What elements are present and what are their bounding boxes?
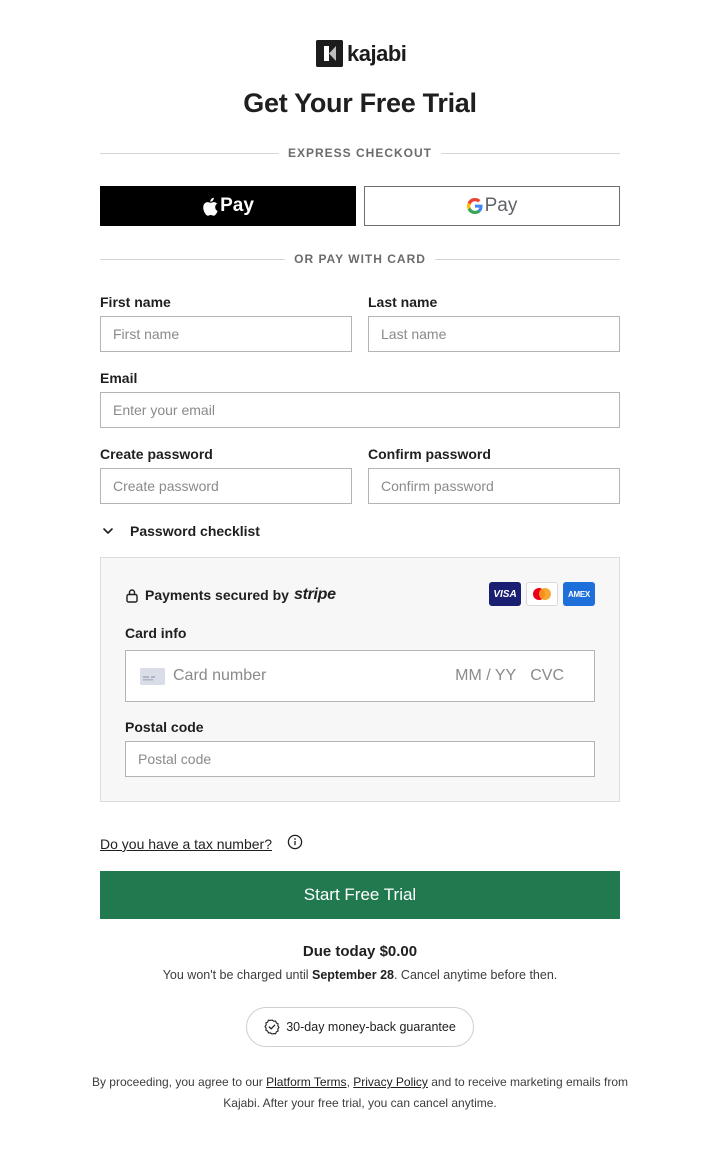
last-name-input[interactable]	[368, 316, 620, 352]
visa-icon: VISA	[489, 582, 521, 606]
kajabi-logo-icon	[316, 40, 343, 67]
payments-secured: Payments secured by stripe	[125, 586, 336, 604]
card-payment-panel: Payments secured by stripe VISA AMEX Car…	[100, 557, 620, 802]
create-password-input[interactable]	[100, 468, 352, 504]
google-pay-button[interactable]: Pay	[364, 186, 620, 226]
postal-code-label: Postal code	[125, 719, 204, 735]
card-brands: VISA AMEX	[489, 582, 595, 606]
first-name-input[interactable]	[100, 316, 352, 352]
kajabi-logo: kajabi	[316, 40, 407, 67]
express-checkout-label: EXPRESS CHECKOUT	[287, 146, 433, 160]
divider-line	[100, 258, 286, 260]
apple-icon	[203, 197, 218, 216]
amex-icon: AMEX	[563, 582, 595, 606]
charge-notice-prefix: You won't be charged until	[162, 968, 312, 982]
google-pay-label: Pay	[484, 195, 518, 216]
mastercard-icon	[526, 582, 558, 606]
cvc-input[interactable]: CVC	[530, 667, 564, 685]
platform-terms-link[interactable]: Platform Terms	[266, 1075, 346, 1089]
card-number-input[interactable]: Card number MM / YY CVC	[125, 650, 595, 702]
money-back-guarantee-badge: 30-day money-back guarantee	[246, 1007, 474, 1047]
stripe-logo: stripe	[293, 586, 336, 603]
first-name-label: First name	[100, 294, 171, 310]
divider-line	[100, 152, 279, 154]
charge-notice: You won't be charged until September 28.…	[0, 968, 720, 982]
email-input[interactable]	[100, 392, 620, 428]
express-checkout-divider: EXPRESS CHECKOUT	[100, 146, 620, 160]
card-number-placeholder: Card number	[173, 667, 267, 684]
charge-date: September 28	[311, 968, 394, 982]
confirm-password-input[interactable]	[368, 468, 620, 504]
card-info-label: Card info	[125, 625, 187, 641]
legal-notice: By proceeding, you agree to our Platform…	[90, 1072, 630, 1114]
privacy-policy-link[interactable]: Privacy Policy	[353, 1075, 428, 1089]
logo-text: kajabi	[347, 41, 407, 66]
card-icon	[140, 667, 165, 685]
guarantee-label: 30-day money-back guarantee	[286, 1020, 456, 1034]
pay-with-card-divider: OR PAY WITH CARD	[100, 252, 621, 266]
confirm-password-label: Confirm password	[368, 446, 491, 462]
badge-check-icon	[264, 1019, 280, 1035]
legal-prefix: By proceeding, you agree to our	[91, 1075, 267, 1089]
postal-code-input[interactable]	[125, 741, 595, 777]
last-name-label: Last name	[368, 294, 438, 310]
charge-notice-suffix: . Cancel anytime before then.	[393, 968, 558, 982]
divider-line	[434, 258, 621, 260]
lock-icon	[126, 588, 138, 603]
payments-secured-text: Payments secured by	[145, 587, 289, 603]
google-g-icon	[466, 198, 483, 214]
password-checklist-label: Password checklist	[130, 523, 260, 539]
expiry-input[interactable]: MM / YY	[455, 667, 516, 685]
due-today: Due today $0.00	[302, 943, 418, 960]
info-icon[interactable]	[287, 834, 303, 850]
email-label: Email	[100, 370, 138, 386]
password-checklist-toggle[interactable]: Password checklist	[100, 521, 260, 541]
page-title: Get Your Free Trial	[243, 88, 477, 118]
divider-line	[441, 152, 620, 154]
apple-pay-label: Pay	[220, 195, 254, 216]
apple-pay-button[interactable]: Pay	[100, 186, 356, 226]
create-password-label: Create password	[100, 446, 213, 462]
card-expiry-cvc: MM / YY CVC	[455, 667, 564, 685]
tax-number-link[interactable]: Do you have a tax number?	[100, 836, 272, 852]
chevron-down-icon	[103, 528, 113, 534]
pay-with-card-label: OR PAY WITH CARD	[294, 252, 426, 266]
start-free-trial-button[interactable]: Start Free Trial	[100, 871, 620, 919]
